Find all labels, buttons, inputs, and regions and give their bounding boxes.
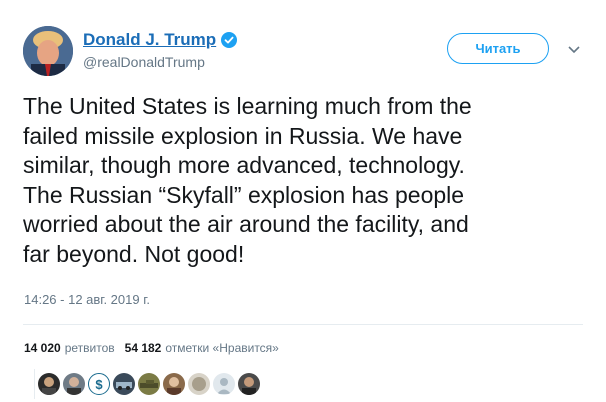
liker-avatar[interactable] [63, 373, 85, 395]
liker-avatar[interactable] [113, 373, 135, 395]
follow-button[interactable]: Читать [447, 33, 549, 64]
author-name-row: Donald J. Trump [83, 29, 238, 51]
retweets-count: 14 020 [24, 341, 61, 355]
user-handle[interactable]: @realDonaldTrump [83, 54, 205, 70]
liker-avatar[interactable] [38, 373, 60, 395]
default-avatar-icon[interactable] [213, 373, 235, 395]
tweet-text: The United States is learning much from … [23, 93, 472, 267]
divider [34, 369, 35, 399]
liker-avatar[interactable] [188, 373, 210, 395]
likes-label: отметки «Нравится» [165, 341, 279, 355]
tweet-stats: 14 020 ретвитов 54 182 отметки «Нравится… [24, 341, 289, 355]
avatar[interactable] [23, 26, 73, 76]
tweet-timestamp[interactable]: 14:26 - 12 авг. 2019 г. [24, 292, 150, 307]
likes-count: 54 182 [124, 341, 162, 355]
likes-stat[interactable]: 54 182 отметки «Нравится» [125, 341, 279, 355]
dollar-icon[interactable]: $ [88, 373, 110, 395]
verified-badge-icon [221, 32, 238, 48]
liker-avatars: $ [34, 369, 263, 399]
retweets-label: ретвитов [64, 341, 115, 355]
divider [23, 324, 583, 325]
liker-avatar[interactable] [238, 373, 260, 395]
chevron-down-icon[interactable] [567, 42, 581, 54]
liker-avatar[interactable] [163, 373, 185, 395]
liker-avatar[interactable] [138, 373, 160, 395]
retweets-stat[interactable]: 14 020 ретвитов [24, 341, 115, 355]
display-name[interactable]: Donald J. Trump [83, 30, 216, 50]
